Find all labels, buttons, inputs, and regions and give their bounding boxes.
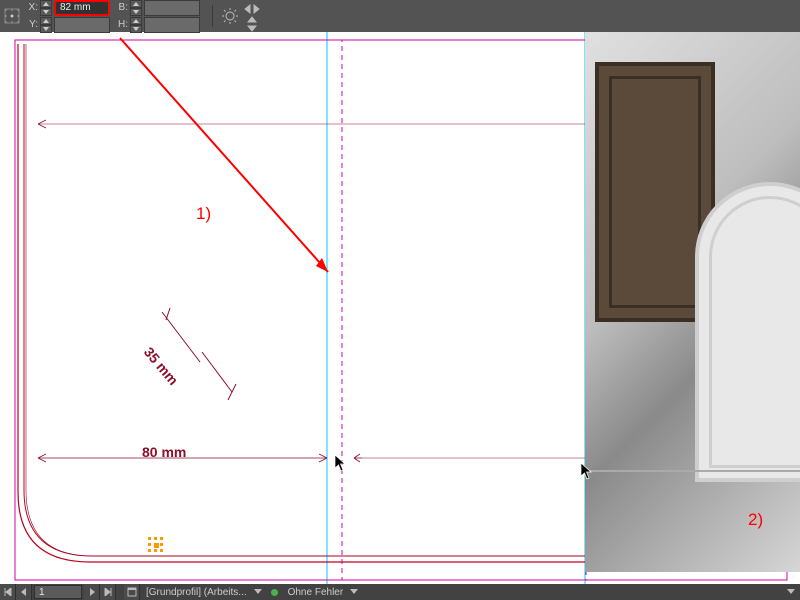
page-field[interactable]	[34, 585, 82, 599]
placed-image[interactable]	[585, 32, 800, 572]
smart-guide-marker-icon	[148, 537, 168, 557]
flip-vertical-icon[interactable]	[241, 17, 263, 31]
h-field[interactable]	[144, 17, 200, 33]
w-label: B:	[116, 2, 128, 13]
x-stepper[interactable]	[40, 0, 52, 16]
reference-point-icon[interactable]	[4, 8, 20, 24]
x-field[interactable]	[54, 0, 110, 16]
open-navigator-icon[interactable]	[124, 584, 140, 600]
toolbar-divider	[212, 5, 213, 27]
prev-page-button[interactable]	[16, 584, 32, 600]
last-page-button[interactable]	[100, 584, 116, 600]
w-field[interactable]	[144, 0, 200, 16]
next-page-button[interactable]	[84, 584, 100, 600]
measure-80mm: 80 mm	[142, 444, 186, 460]
wh-group: B: H:	[116, 0, 200, 33]
callout-2: 2)	[748, 510, 763, 530]
doc-dropdown-icon[interactable]	[253, 584, 263, 600]
y-label: Y:	[26, 19, 38, 30]
control-panel: X: Y: B: H:	[0, 0, 800, 32]
xy-group: X: Y:	[26, 0, 110, 33]
h-label: H:	[116, 19, 128, 30]
x-label: X:	[26, 2, 38, 13]
h-stepper[interactable]	[130, 17, 142, 33]
callout-1: 1)	[196, 204, 211, 224]
document-canvas[interactable]: 1) 2) 35 mm 80 mm	[0, 32, 800, 584]
w-stepper[interactable]	[130, 0, 142, 16]
y-field[interactable]	[54, 17, 110, 33]
first-page-button[interactable]	[0, 584, 16, 600]
constrain-proportions-icon[interactable]	[219, 5, 241, 27]
status-bar: [Grundprofil] (Arbeits... Ohne Fehler	[0, 584, 800, 600]
y-stepper[interactable]	[40, 17, 52, 33]
statusbar-menu-icon[interactable]	[786, 584, 796, 600]
flip-horizontal-icon[interactable]	[241, 2, 263, 16]
cursor-icon	[334, 454, 348, 472]
preflight-status-icon	[271, 589, 278, 596]
document-name: [Grundprofil] (Arbeits...	[140, 587, 253, 598]
preflight-dropdown-icon[interactable]	[349, 584, 359, 600]
preflight-status: Ohne Fehler	[282, 587, 350, 598]
cursor-icon	[580, 462, 594, 480]
